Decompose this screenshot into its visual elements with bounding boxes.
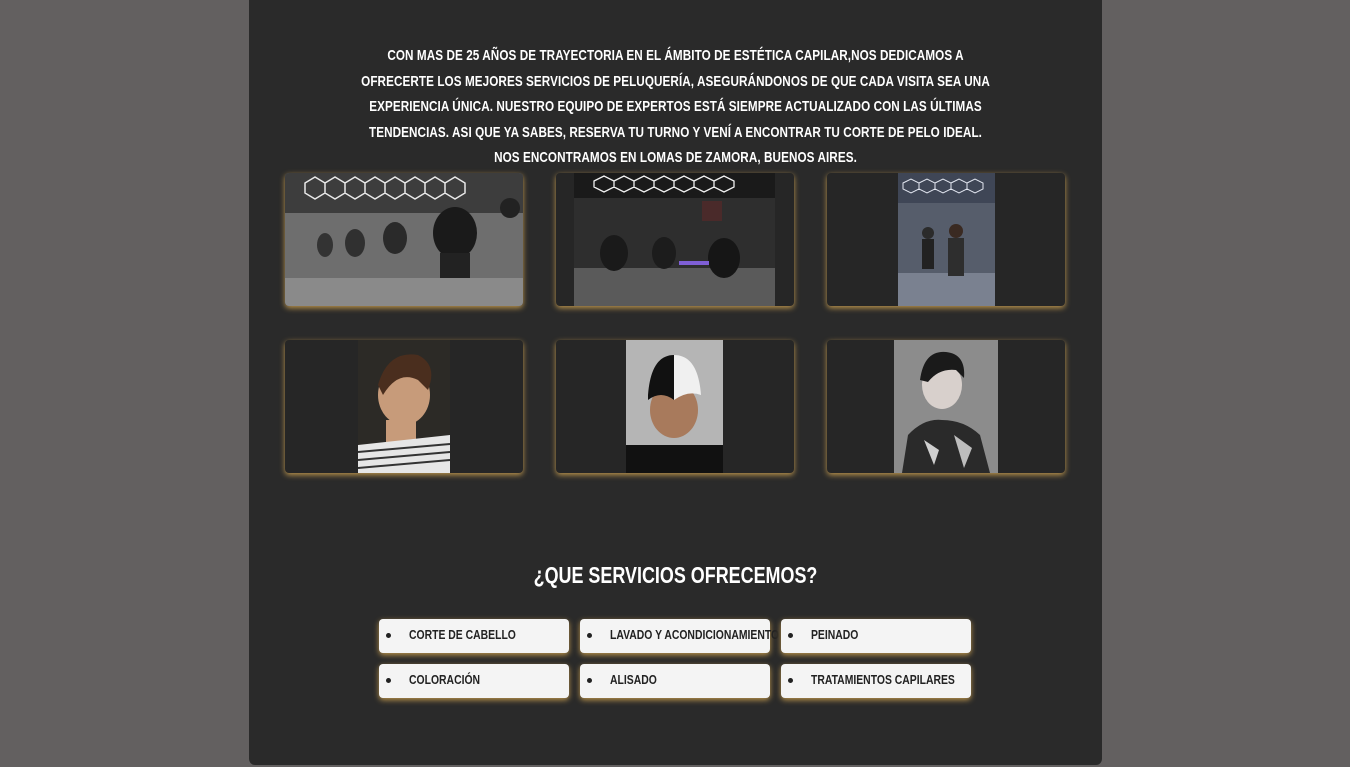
service-label: Tratamientos capilares xyxy=(811,672,955,687)
service-item: Corte de cabello xyxy=(379,619,569,653)
service-label: Alisado xyxy=(610,672,657,687)
client-portrait-photo xyxy=(894,340,998,473)
gallery-card[interactable] xyxy=(556,173,794,306)
salon-hexagon-lights-photo xyxy=(574,173,775,306)
bullet-icon xyxy=(788,678,793,683)
service-item: Coloración xyxy=(379,664,569,698)
gallery-card[interactable] xyxy=(285,173,523,306)
haircut-side-photo xyxy=(358,340,450,473)
services-heading: ¿Que servicios ofrecemos? xyxy=(533,562,818,588)
bullet-icon xyxy=(386,633,391,638)
bullet-icon xyxy=(788,633,793,638)
bullet-icon xyxy=(587,633,592,638)
service-item: Peinado xyxy=(781,619,971,653)
service-label: Peinado xyxy=(811,627,859,642)
service-item: Alisado xyxy=(580,664,770,698)
gallery-card[interactable] xyxy=(827,173,1065,306)
gallery-card[interactable] xyxy=(556,340,794,473)
service-item: Lavado y acondicionamiento xyxy=(580,619,779,653)
gallery-card[interactable] xyxy=(285,340,523,473)
bullet-icon xyxy=(386,678,391,683)
salon-interior-photo xyxy=(285,173,523,306)
intro-paragraph: Con mas de 25 años de trayectoria en el … xyxy=(361,47,990,166)
content-panel: Con mas de 25 años de trayectoria en el … xyxy=(249,0,1102,765)
two-tone-hair-photo xyxy=(626,340,723,473)
service-item: Tratamientos capilares xyxy=(781,664,971,698)
bullet-icon xyxy=(587,678,592,683)
gallery-card[interactable] xyxy=(827,340,1065,473)
service-label: Coloración xyxy=(409,672,481,687)
barbers-group-photo xyxy=(898,173,995,306)
service-label: Corte de cabello xyxy=(409,627,516,642)
service-label: Lavado y acondicionamiento xyxy=(610,627,780,642)
